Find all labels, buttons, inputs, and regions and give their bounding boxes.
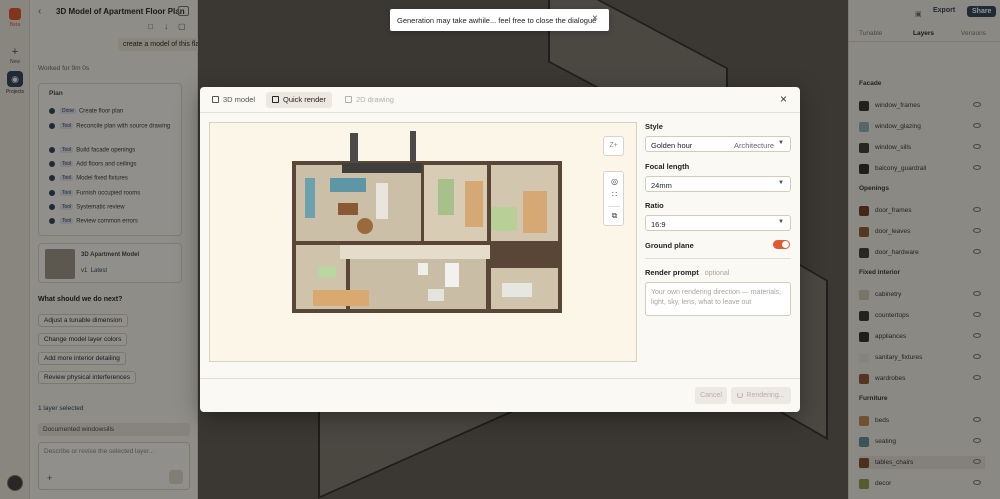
toggle-knob [782,241,789,248]
drawing-icon [345,96,352,103]
toast-close-icon[interactable]: × [592,14,598,24]
ratio-value: 16:9 [651,220,666,229]
plan-shower [445,263,459,287]
style-label: Style [645,122,663,131]
modal-close-icon[interactable]: × [780,93,787,105]
tab-quick-render[interactable]: Quick render [266,92,332,108]
plan-sofa [330,178,366,192]
ratio-select[interactable]: 16:9 ▼ [645,215,791,231]
focal-length-label: Focal length [645,162,690,171]
ground-plane-label: Ground plane [645,241,694,250]
plan-kitchen-island [376,183,388,219]
image-icon [272,96,279,103]
style-select[interactable]: Golden hour Architecture ▼ [645,136,791,152]
style-secondary: Architecture [733,141,774,150]
focal-length-value: 24mm [651,181,672,190]
tab-2d-drawing: 2D drawing [339,92,400,108]
zoom-in-z-button[interactable]: Z+ [603,136,624,156]
render-prompt-placeholder: Your own rendering direction — materials… [651,289,782,306]
render-modal: 3D model Quick render 2D drawing × Z+ ◎ … [200,87,800,412]
settings-divider [645,258,791,259]
chevron-down-icon: ▼ [778,180,784,186]
optional-label: optional [704,270,730,277]
plan-bed-2 [491,207,517,231]
orbit-icon[interactable]: ◎ [604,177,625,186]
ground-plane-toggle[interactable] [773,240,790,249]
render-preview-canvas[interactable]: Z+ ◎ ∷ ⧉ [209,122,637,362]
plan-coffee-table [338,203,358,215]
focal-length-select[interactable]: 24mm ▼ [645,176,791,192]
plan-bed-3 [313,290,369,306]
generation-toast: Generation may take awhile... feel free … [390,9,609,31]
spinner-icon [737,392,744,398]
cube-icon [212,96,219,103]
cancel-button[interactable]: Cancel [695,387,727,404]
plan-bathtub [318,266,336,278]
canvas-toolbar: ◎ ∷ ⧉ [603,171,624,226]
style-value: Golden hour [651,141,693,150]
floor-plan-preview [292,131,562,313]
plan-balcony-rail-right [410,131,416,161]
plan-desk [428,289,444,301]
modal-tabs: 3D model Quick render 2D drawing × [200,87,800,113]
plan-hallway [340,245,490,259]
plan-wardrobe-2 [523,191,547,233]
render-prompt-input[interactable]: Your own rendering direction — materials… [645,282,791,316]
ratio-label: Ratio [645,201,664,210]
copy-render-icon[interactable]: ⧉ [604,211,625,221]
grid-icon[interactable]: ∷ [604,190,625,199]
plan-dining-table [357,218,373,234]
toast-message: Generation may take awhile... feel free … [397,16,597,25]
plan-toilet [418,263,428,275]
render-settings: Style Golden hour Architecture ▼ Focal l… [645,122,791,362]
render-prompt-label: Render prompt optional [645,268,730,277]
toolbar-divider [608,206,620,207]
rendering-button[interactable]: Rendering... [731,387,791,404]
plan-bed-1 [438,179,454,215]
plan-sofa-side [305,178,315,218]
modal-footer-divider [200,378,800,379]
plan-kitchen-counter [342,163,422,173]
plan-wardrobe-1 [465,181,483,227]
tab-3d-model[interactable]: 3D model [206,92,261,108]
plan-laptop [502,283,532,297]
chevron-down-icon: ▼ [778,219,784,225]
chevron-down-icon: ▼ [778,140,784,146]
